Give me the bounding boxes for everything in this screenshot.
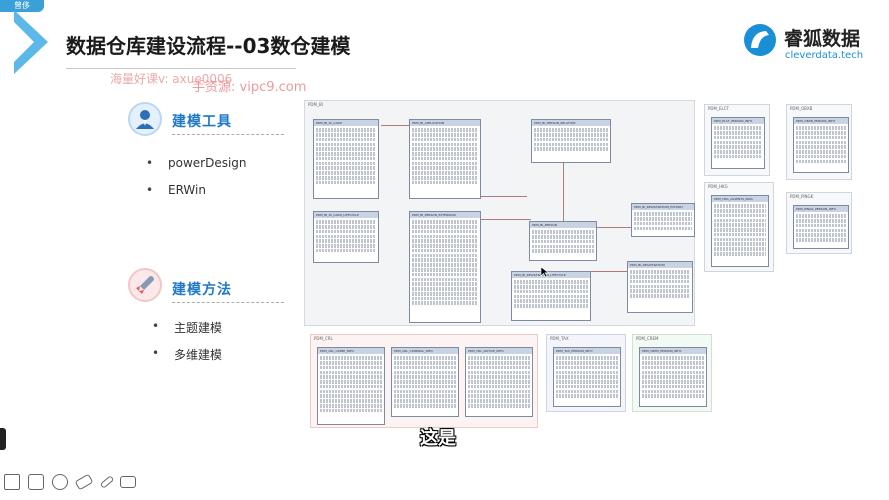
er-table: PDM_ELCT_PERSON_INFO: [711, 117, 765, 169]
list-item: 主题建模: [152, 319, 222, 336]
er-table: PDM_BI_ID_CARD: [313, 119, 379, 199]
er-group: PDM_OBXB PDM_OBXB_PERSON_INFO: [786, 104, 852, 180]
er-group-label: PDM_HKG: [708, 184, 728, 189]
er-table: PDM_OBXB_PERSON_INFO: [793, 117, 849, 173]
palette-icon[interactable]: [52, 474, 68, 490]
er-table: PDM_BI_REGISTRATION: [627, 261, 693, 313]
er-group-label: PDM_TAX: [550, 336, 569, 341]
presentation-toolbar: [0, 473, 150, 496]
er-group-label: PDM_CRL: [314, 336, 333, 341]
er-table: PDM_CREM_PERSON_INFO: [639, 347, 707, 407]
mouse-cursor-icon: [540, 266, 550, 278]
section-title-methods: 建模方法: [172, 282, 232, 298]
relation-line: [481, 196, 527, 197]
relation-line: [381, 125, 409, 126]
user-avatar-icon: [128, 102, 162, 136]
video-subtitle: 这是: [420, 428, 456, 449]
er-group-label: PDM_CREM: [636, 336, 659, 341]
er-group: PDM_CREM PDM_CREM_PERSON_INFO: [632, 334, 712, 412]
pen-icon[interactable]: [99, 475, 115, 489]
fox-logo-icon: [744, 24, 776, 56]
er-table: PDM_PINGK_PERSON_INFO: [793, 205, 849, 249]
slide: 曾侈 数据仓库建设流程--03数仓建模 睿狐数据 cleverdata.tech…: [0, 0, 889, 500]
relation-line: [597, 227, 631, 228]
title-underline: [66, 68, 296, 69]
er-table: PDM_BI_PERSON_RELATION: [531, 119, 611, 163]
er-group-label: PDM_PINGK: [790, 194, 814, 199]
rocket-icon: [128, 268, 162, 302]
er-group: PDM_ELCT PDM_ELCT_PERSON_INFO: [704, 104, 770, 176]
er-table: PDM_BI_ID_CARD_LIFECYCLE: [313, 211, 379, 263]
er-diagram-main: PDM_BI PDM_BI_ID_CARD PDM_BI_APPLICATION…: [304, 100, 695, 326]
er-table: PDM_BI_REGISTRATION_HISTORY: [631, 203, 695, 237]
er-table: PDM_BI_PERSON_EXTENSION: [409, 211, 481, 323]
er-table: PDM_CRL_NOTICE_INFO: [465, 347, 533, 417]
eraser-icon[interactable]: [74, 473, 94, 491]
logo-text-en: cleverdata.tech: [785, 50, 864, 61]
er-table: PDM_BI_PERSON: [529, 221, 597, 261]
er-table: PDM_BI_APPLICATION: [409, 119, 481, 199]
er-group: PDM_PINGK PDM_PINGK_PERSON_INFO: [786, 192, 852, 254]
er-table: PDM_HKG_ASSENTS_PAPA: [711, 195, 769, 267]
edit-icon[interactable]: [4, 474, 20, 490]
watermark-line2: 手资源: vipc9.com: [192, 80, 307, 95]
er-table: PDM_TAX_PERSON_INFO: [553, 347, 621, 407]
er-table: PDM_BI_REGISTRATION_LIFECYCLE: [511, 271, 591, 321]
section-divider: [172, 302, 284, 303]
section-title-tools: 建模工具: [172, 114, 232, 130]
er-group: PDM_CRL PDM_CRL_CRIME_INFO PDM_CRL_CRIMI…: [310, 334, 538, 428]
chevron-inner-decoration: [14, 22, 34, 62]
side-handle[interactable]: [0, 428, 6, 450]
list-item: 多维建模: [152, 346, 222, 363]
er-table: PDM_CRL_CRIME_INFO: [317, 347, 385, 425]
logo-text-cn: 睿狐数据: [784, 28, 861, 50]
list-item: powerDesign: [146, 156, 246, 170]
er-table: PDM_CRL_CRIMINAL_INFO: [391, 347, 459, 417]
relation-line: [589, 271, 627, 272]
er-group: PDM_HKG PDM_HKG_ASSENTS_PAPA: [704, 182, 774, 272]
section-divider: [172, 134, 284, 135]
slide-title: 数据仓库建设流程--03数仓建模: [66, 34, 351, 58]
list-item: ERWin: [146, 183, 206, 197]
er-group: PDM_TAX PDM_TAX_PERSON_INFO: [546, 334, 626, 412]
relation-line: [481, 219, 531, 220]
layout-icon[interactable]: [28, 474, 44, 490]
diagram-group-label: PDM_BI: [308, 102, 323, 107]
er-group-label: PDM_ELCT: [708, 106, 729, 111]
relation-line: [563, 163, 564, 221]
er-group-label: PDM_OBXB: [790, 106, 813, 111]
screen-icon[interactable]: [120, 476, 136, 488]
